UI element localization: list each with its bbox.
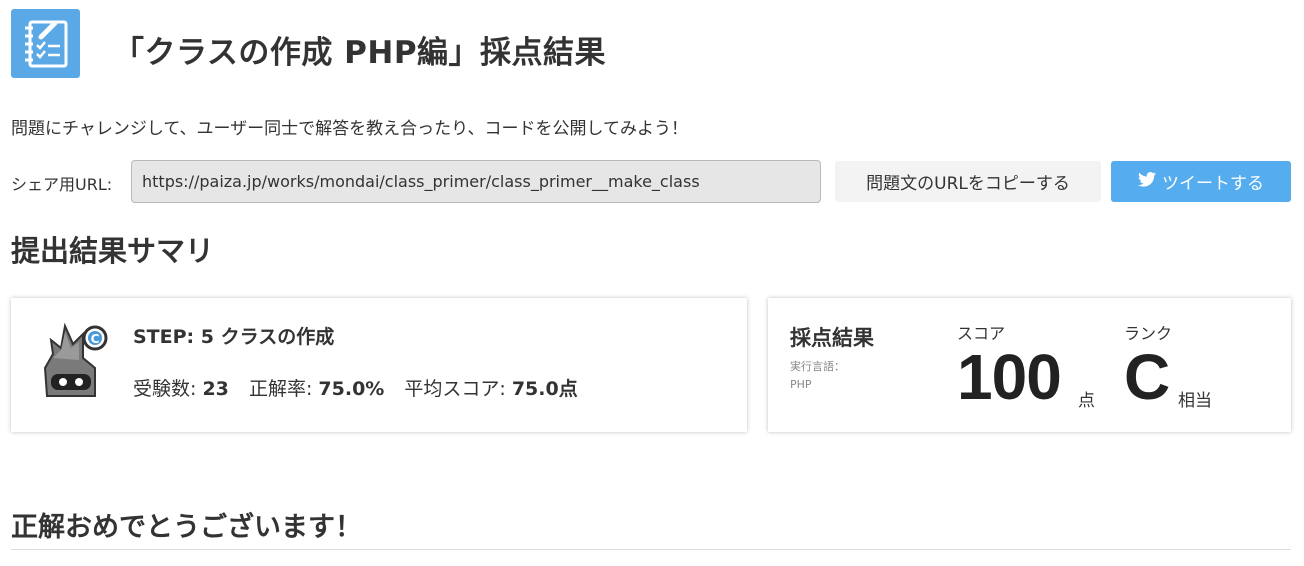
intro-text: 問題にチャレンジして、ユーザー同士で解答を教え合ったり、コードを公開してみよう！ — [11, 119, 688, 139]
tweet-button-label: ツイートする — [1162, 174, 1264, 194]
language-value: PHP — [790, 378, 812, 391]
examinees-value: 23 — [202, 378, 229, 400]
rank-unit: 相当 — [1178, 391, 1212, 411]
step-title: STEP: 5 クラスの作成 — [133, 326, 335, 348]
score-unit: 点 — [1078, 391, 1095, 411]
share-url-field[interactable] — [131, 160, 821, 203]
share-url-label: シェア用URL: — [11, 175, 113, 194]
summary-heading: 提出結果サマリ — [11, 234, 215, 268]
notebook-checklist-icon — [11, 9, 80, 78]
twitter-bird-icon — [1138, 171, 1156, 192]
copy-url-button[interactable]: 問題文のURLをコピーする — [835, 161, 1101, 202]
section-divider — [11, 549, 1291, 550]
rank-value: C — [1124, 341, 1171, 413]
avg-score-value: 75.0点 — [511, 378, 578, 400]
examinees-label: 受験数: — [133, 378, 197, 400]
score-card-title: 採点結果 — [790, 326, 874, 350]
step-card: C STEP: 5 クラスの作成 受験数: 23 正解率: 75.0% 平均スコ… — [11, 298, 747, 432]
accuracy-label: 正解率: — [248, 378, 313, 400]
language-label: 実行言語： — [790, 360, 845, 373]
c-rank-mascot-icon: C — [39, 318, 109, 410]
avg-score-label: 平均スコア: — [404, 378, 506, 400]
congrats-heading: 正解おめでとうございます！ — [11, 512, 362, 543]
score-value: 100 — [957, 341, 1062, 413]
svg-text:C: C — [91, 332, 100, 346]
score-card: 採点結果 実行言語： PHP スコア 100 点 ランク C 相当 — [768, 298, 1291, 432]
page-title: 「クラスの作成 PHP編」採点結果 — [113, 35, 607, 71]
step-stats: 受験数: 23 正解率: 75.0% 平均スコア: 75.0点 — [133, 374, 592, 401]
accuracy-value: 75.0% — [318, 378, 385, 400]
tweet-button[interactable]: ツイートする — [1111, 161, 1291, 202]
